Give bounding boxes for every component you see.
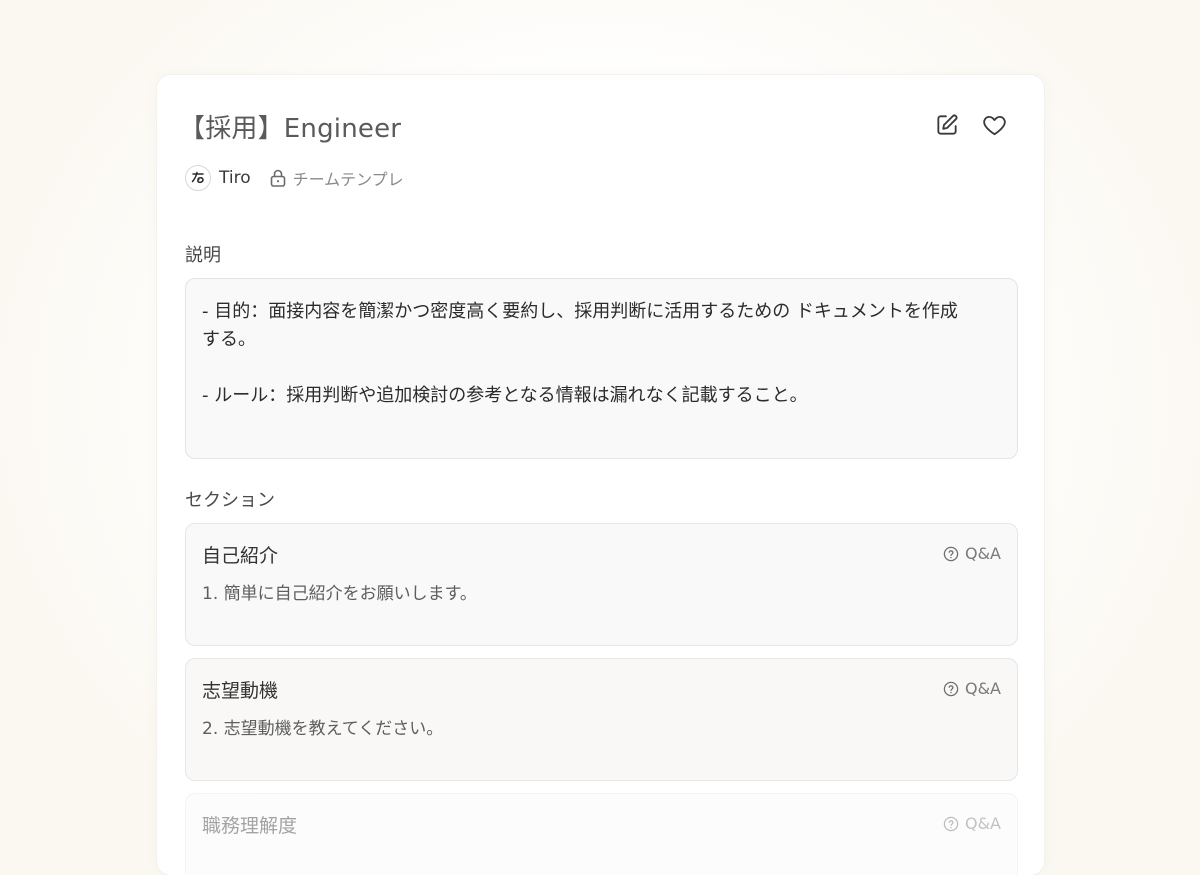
favorite-button[interactable] <box>979 110 1009 140</box>
section-card[interactable]: 職務理解度 Q&A <box>185 793 1018 875</box>
template-card: 【採用】Engineer Tiro チームテンプレ 説明 - 目的：面接内容を簡… <box>157 75 1044 875</box>
template-title: 【採用】Engineer <box>179 114 402 144</box>
section-type-label: Q&A <box>964 679 1001 698</box>
section-card[interactable]: 自己紹介 Q&A 1. 簡単に自己紹介をお願いします。 <box>185 523 1018 646</box>
heart-icon <box>982 115 1006 136</box>
section-body: 1. 簡単に自己紹介をお願いします。 <box>202 584 477 604</box>
edit-icon <box>937 114 958 135</box>
author-name: Tiro <box>219 168 251 188</box>
section-type-badge: Q&A <box>943 544 1001 563</box>
author-avatar <box>185 165 211 191</box>
question-circle-icon <box>943 681 959 697</box>
description-line: する。 <box>202 329 256 350</box>
description-label: 説明 <box>185 245 221 266</box>
tiro-logo-icon <box>191 171 204 184</box>
section-title: 志望動機 <box>202 680 279 702</box>
sections-label: セクション <box>185 490 275 511</box>
section-title: 自己紹介 <box>202 545 279 567</box>
section-body: 2. 志望動機を教えてください。 <box>202 719 444 739</box>
section-title: 職務理解度 <box>202 815 298 837</box>
section-type-badge: Q&A <box>943 679 1001 698</box>
question-circle-icon <box>943 546 959 562</box>
section-type-label: Q&A <box>964 544 1001 563</box>
description-box[interactable]: - 目的：面接内容を簡潔かつ密度高く要約し、採用判断に活用するための ドキュメン… <box>185 278 1018 459</box>
template-meta: Tiro チームテンプレ <box>185 164 404 192</box>
description-line: - ルール：採用判断や追加検討の参考となる情報は漏れなく記載すること。 <box>202 385 808 406</box>
visibility-label: チームテンプレ <box>292 170 404 189</box>
edit-button[interactable] <box>932 110 962 140</box>
section-card[interactable]: 志望動機 Q&A 2. 志望動機を教えてください。 <box>185 658 1018 781</box>
lock-icon <box>269 168 287 188</box>
description-line: - 目的：面接内容を簡潔かつ密度高く要約し、採用判断に活用するための ドキュメン… <box>202 301 958 322</box>
